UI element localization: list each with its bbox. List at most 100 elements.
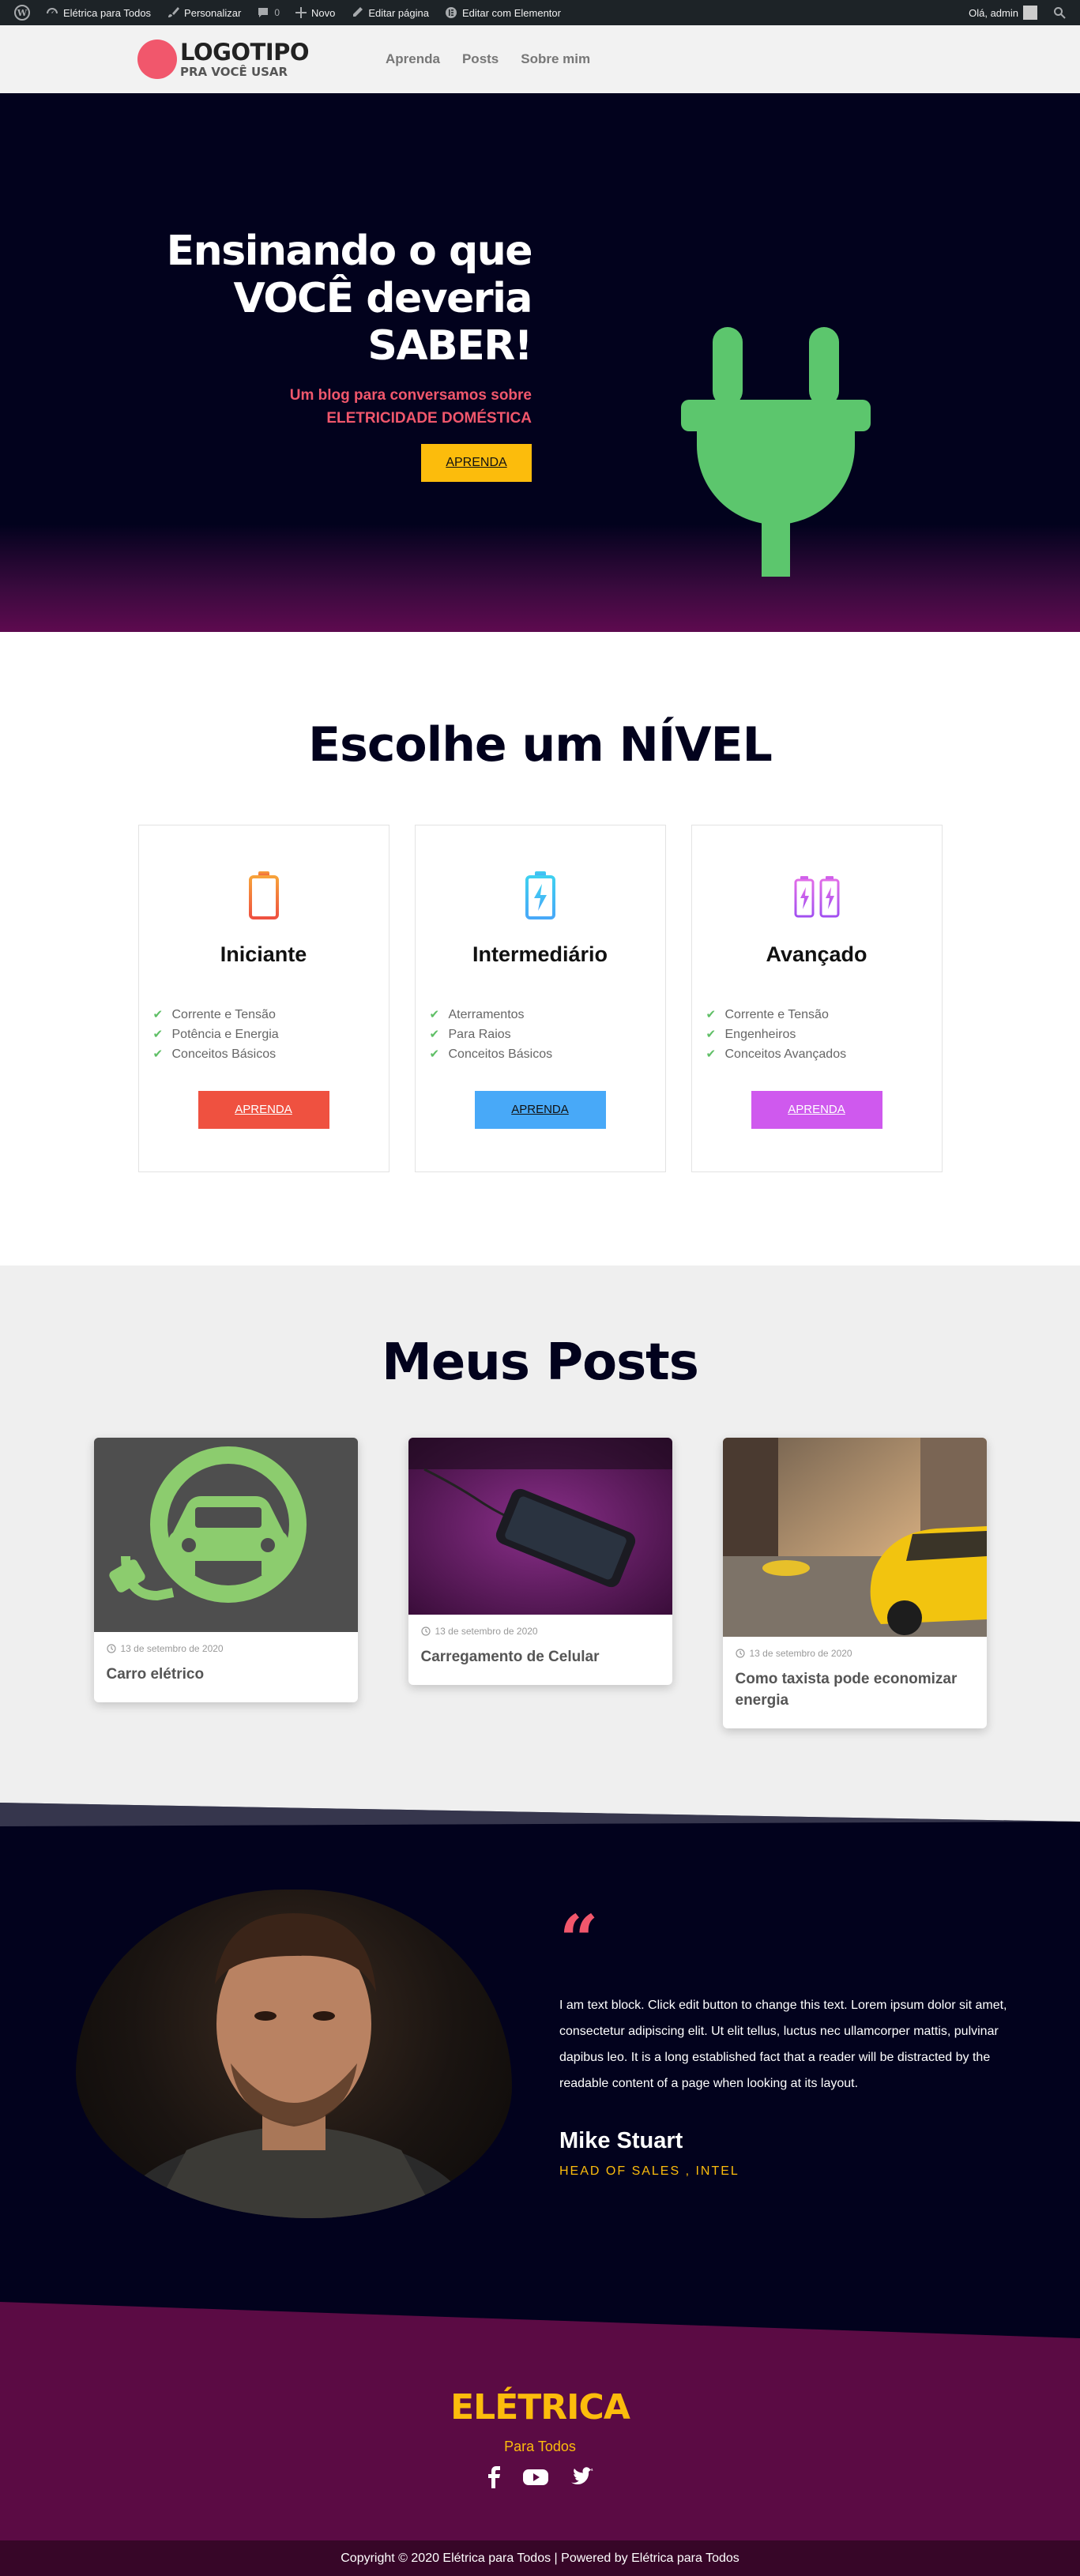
post-image-electric-car[interactable]	[93, 1438, 358, 1632]
youtube-icon[interactable]	[522, 2466, 548, 2488]
post-card[interactable]: 13 de setembro de 2020 Como taxista pode…	[722, 1438, 987, 1728]
post-image-taxi[interactable]	[722, 1438, 987, 1637]
logo-subtitle: PRA VOCÊ USAR	[180, 64, 288, 79]
nav-item-aprenda[interactable]: Aprenda	[386, 51, 440, 67]
post-title[interactable]: Como taxista pode economizar energia	[736, 1668, 974, 1711]
level-card-list: ✔ Corrente e Tensão ✔ Potência e Energia ✔…	[153, 1005, 389, 1064]
level-card-avancado: Avançado ✔ Corrente e Tensão ✔ Engenheiros…	[691, 825, 943, 1172]
level-card-iniciante: Iniciante ✔ Corrente e Tensão ✔ Potência e…	[137, 825, 389, 1172]
hero-title: Ensinando o que VOCÊ deveria SABER!	[121, 228, 533, 370]
facebook-icon[interactable]	[487, 2466, 501, 2488]
testimonial-section: “ I am text block. Click edit button to …	[0, 1834, 1080, 2302]
new-link[interactable]: Novo	[288, 0, 343, 25]
post-image-phone-charging[interactable]	[408, 1438, 672, 1615]
posts-title: Meus Posts	[382, 1333, 699, 1392]
check-icon: ✔	[706, 1047, 717, 1061]
section-divider	[0, 1803, 1080, 1834]
greeting: Olá, admin	[969, 6, 1018, 19]
nav-item-posts[interactable]: Posts	[462, 51, 499, 67]
check-icon: ✔	[706, 1008, 717, 1021]
post-card[interactable]: 13 de setembro de 2020 Carregamento de C…	[408, 1438, 672, 1685]
levels-title: Escolhe um NÍVEL	[308, 717, 773, 773]
level-card-button[interactable]: APRENDA	[198, 1091, 329, 1129]
post-date-text: 13 de setembro de 2020	[120, 1643, 224, 1654]
list-item-label: Conceitos Avançados	[724, 1047, 847, 1061]
list-item-label: Conceitos Básicos	[448, 1047, 553, 1061]
logo-title: LOGOTIPO	[180, 38, 310, 66]
list-item-label: Potência e Energia	[171, 1028, 279, 1041]
testimonial-portrait	[76, 1890, 512, 2218]
site-header: LOGOTIPO PRA VOCÊ USAR Aprenda Posts Sob…	[0, 25, 1080, 93]
check-icon: ✔	[152, 1047, 164, 1061]
level-card-list: ✔ Corrente e Tensão ✔ Engenheiros ✔ Conceit…	[706, 1005, 942, 1064]
levels-cards: Iniciante ✔ Corrente e Tensão ✔ Potência e…	[0, 825, 1080, 1172]
posts-grid: 13 de setembro de 2020 Carro elétrico 13…	[0, 1438, 1080, 1728]
admin-bar: W Elétrica para Todos Personalizar 0 Nov…	[0, 0, 1080, 25]
hero-text: Ensinando o que VOCÊ deveria SABER! Um b…	[121, 228, 533, 482]
posts-section: Meus Posts 13 de setembro de 2020 Carro …	[0, 1265, 1080, 1834]
social-links	[0, 2466, 1080, 2488]
check-icon: ✔	[429, 1047, 440, 1061]
list-item: ✔ Corrente e Tensão	[706, 1005, 942, 1025]
clock-icon	[420, 1626, 431, 1636]
post-card[interactable]: 13 de setembro de 2020 Carro elétrico	[93, 1438, 358, 1702]
wordpress-logo-icon[interactable]: W	[6, 0, 38, 25]
quote-icon: “	[559, 1901, 599, 1980]
hero-title-line: Ensinando o que	[166, 228, 533, 275]
level-card-button[interactable]: APRENDA	[751, 1091, 882, 1129]
testimonial-quote: I am text block. Click edit button to ch…	[559, 1999, 1007, 2090]
person-photo	[113, 1913, 475, 2218]
comments-link[interactable]: 0	[249, 0, 288, 25]
list-item: ✔ Para Raios	[430, 1025, 665, 1044]
testimonial-name: Mike Stuart	[559, 2128, 683, 2153]
elementor-icon	[445, 7, 457, 18]
brush-icon	[168, 7, 180, 17]
post-title[interactable]: Carregamento de Celular	[421, 1646, 660, 1668]
post-title[interactable]: Carro elétrico	[107, 1664, 345, 1685]
plug-icon	[681, 327, 871, 577]
footer-tagline: Para Todos	[504, 2439, 576, 2454]
site-name: Elétrica para Todos	[63, 6, 152, 19]
level-card-title: Intermediário	[472, 942, 608, 966]
list-item-label: Engenheiros	[724, 1028, 796, 1041]
account-menu[interactable]: Olá, admin	[961, 0, 1045, 25]
levels-section: Escolhe um NÍVEL Iniciante ✔ Corrente e T…	[0, 632, 1080, 1265]
level-card-title: Iniciante	[220, 942, 307, 966]
post-date: 13 de setembro de 2020	[420, 1626, 660, 1637]
site-footer: ELÉTRICA Para Todos	[0, 2302, 1080, 2540]
list-item: ✔ Aterramentos	[430, 1005, 665, 1025]
check-icon: ✔	[429, 1008, 440, 1021]
edit-elementor-link[interactable]: Editar com Elementor	[437, 0, 569, 25]
list-item-label: Aterramentos	[448, 1008, 525, 1021]
edit-page-link[interactable]: Editar página	[343, 0, 437, 25]
site-name-link[interactable]: Elétrica para Todos	[38, 0, 159, 25]
main-nav: Aprenda Posts Sobre mim	[386, 51, 590, 67]
list-item: ✔ Potência e Energia	[153, 1025, 389, 1044]
batteries-icon	[794, 876, 839, 918]
edit-elementor-label: Editar com Elementor	[461, 6, 561, 19]
post-date-text: 13 de setembro de 2020	[749, 1648, 852, 1659]
list-item: ✔ Conceitos Avançados	[706, 1044, 942, 1064]
comments-count: 0	[274, 7, 280, 18]
nav-item-sobre-mim[interactable]: Sobre mim	[521, 51, 590, 67]
site-logo[interactable]: LOGOTIPO PRA VOCÊ USAR	[137, 39, 386, 79]
level-card-list: ✔ Aterramentos ✔ Para Raios ✔ Conceitos Bás…	[430, 1005, 665, 1064]
plus-icon	[295, 7, 307, 18]
hero-cta-button[interactable]: APRENDA	[421, 444, 532, 482]
level-card-button[interactable]: APRENDA	[474, 1091, 606, 1129]
twitter-icon[interactable]	[570, 2466, 594, 2488]
check-icon: ✔	[429, 1028, 440, 1041]
list-item: ✔ Conceitos Básicos	[153, 1044, 389, 1064]
search-icon[interactable]	[1045, 0, 1074, 25]
post-date: 13 de setembro de 2020	[735, 1648, 974, 1659]
hero-title-line: SABER!	[367, 322, 532, 370]
edit-page-label: Editar página	[368, 6, 429, 19]
copyright-bar: Copyright © 2020 Elétrica para Todos | P…	[0, 2540, 1080, 2576]
battery-charging-icon	[525, 871, 555, 919]
avatar	[1023, 6, 1037, 20]
list-item: ✔ Corrente e Tensão	[153, 1005, 389, 1025]
customize-link[interactable]: Personalizar	[159, 0, 249, 25]
logo-text: LOGOTIPO PRA VOCÊ USAR	[180, 38, 310, 79]
footer-divider	[0, 2302, 1080, 2338]
list-item: ✔ Conceitos Básicos	[430, 1044, 665, 1064]
